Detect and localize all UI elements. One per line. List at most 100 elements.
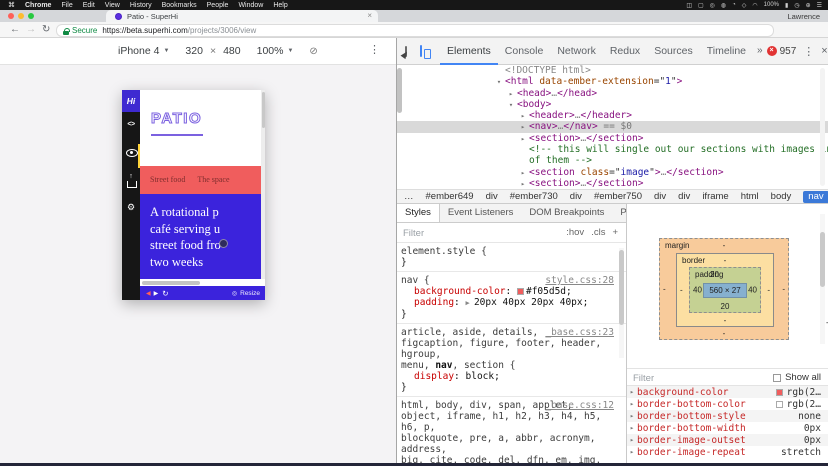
computed-property-row[interactable]: ▸background-colorrgb(2… (627, 386, 828, 398)
padding-left-value[interactable]: 40 (693, 286, 702, 295)
chrome-profile-name[interactable]: Lawrence (787, 12, 820, 21)
expand-shorthand-icon[interactable]: ▶ (466, 299, 474, 307)
forward-button[interactable]: → (26, 22, 36, 38)
inspect-element-icon[interactable] (405, 46, 407, 57)
dom-tree-node[interactable]: ▸<section class="image">…</section> (397, 167, 828, 178)
wifi-icon[interactable]: ◠ (752, 2, 757, 9)
tab-timeline[interactable]: Timeline (700, 38, 753, 65)
subtab-styles[interactable]: Styles (397, 204, 440, 222)
vertical-scrollbar-thumb[interactable] (262, 92, 265, 128)
border-left-value[interactable]: - (680, 286, 683, 295)
site-nav-link[interactable]: The space (197, 175, 229, 184)
horizontal-scrollbar-thumb[interactable] (142, 281, 200, 285)
computed-filter-input[interactable]: Filter (633, 373, 654, 384)
dom-tree-node[interactable]: ▸<header>…</header> (397, 110, 828, 121)
dom-tree-node[interactable]: ▸<nav>…</nav> == $0 (397, 121, 828, 132)
breadcrumb-item[interactable]: div (654, 191, 666, 202)
padding-top-value[interactable]: 20 (710, 270, 719, 279)
margin-right-value[interactable]: - (782, 285, 785, 294)
tab-close-icon[interactable]: × (367, 12, 372, 20)
expand-icon[interactable]: ▸ (627, 448, 637, 456)
pseudo-state-toggle[interactable]: :hov (566, 227, 584, 238)
menu-item[interactable]: View (105, 2, 120, 9)
show-all-checkbox[interactable] (773, 374, 781, 382)
breadcrumb-item[interactable]: div (570, 191, 582, 202)
dom-tree-node[interactable]: ▾<body> (397, 99, 828, 110)
devtools-close-icon[interactable]: × (821, 45, 827, 57)
menu-item[interactable]: People (207, 2, 229, 9)
expand-icon[interactable]: ▸ (627, 388, 637, 396)
viewport-width-field[interactable]: 320 (185, 45, 203, 57)
color-swatch[interactable] (517, 288, 524, 295)
tree-scrollbar[interactable] (820, 68, 825, 186)
computed-property-row[interactable]: ▸border-bottom-colorrgb(2… (627, 398, 828, 410)
menu-item[interactable]: Help (273, 2, 287, 9)
error-badge[interactable]: × 957 (767, 46, 797, 57)
address-bar[interactable]: Secure https://beta.superhi.com /project… (56, 24, 774, 37)
breadcrumb-item[interactable]: div (486, 191, 498, 202)
reload-button[interactable]: ↻ (42, 22, 50, 38)
border-bottom-value[interactable]: - (677, 316, 773, 325)
subtab-properties[interactable]: Properties (612, 204, 626, 222)
styles-filter-input[interactable]: Filter (403, 228, 424, 239)
dom-tree-node[interactable]: ▸<section>…</section> (397, 178, 828, 189)
bluetooth-icon[interactable]: ◇ (742, 2, 747, 9)
computed-scrollbar-thumb[interactable] (820, 232, 825, 287)
notification-center-icon[interactable]: ☰ (817, 2, 822, 9)
twisty-icon[interactable]: ▾ (493, 77, 505, 88)
code-icon[interactable]: <> (122, 121, 140, 128)
expand-icon[interactable]: ▸ (627, 424, 637, 432)
padding-bottom-value[interactable]: 20 (690, 302, 760, 311)
margin-bottom-value[interactable]: - (660, 329, 788, 338)
stylesheet-link[interactable]: _base.css:12 (545, 400, 614, 411)
new-rule-icon[interactable]: + (612, 227, 618, 238)
device-toolbar-toggle-icon[interactable] (420, 45, 422, 57)
battery-icon[interactable]: ▮ (785, 2, 788, 9)
window-close-button[interactable] (8, 13, 14, 19)
superhi-logo[interactable]: Hi (122, 90, 140, 112)
back-button[interactable]: ← (10, 22, 20, 38)
menu-item[interactable]: Window (238, 2, 263, 9)
battery-percent[interactable]: 100% (764, 2, 779, 8)
spotlight-icon[interactable]: ⊕ (806, 2, 811, 9)
menu-item[interactable]: Edit (83, 2, 95, 9)
device-toolbar-menu-icon[interactable]: ⋮ (369, 43, 380, 56)
styles-scrollbar-thumb[interactable] (619, 250, 624, 325)
box-model-content[interactable]: 560 × 27 (703, 283, 747, 298)
tab-redux[interactable]: Redux (603, 38, 647, 65)
preview-reload-icon[interactable]: ↻ (162, 289, 168, 298)
throttle-icon[interactable]: ⊘ (309, 46, 317, 57)
tree-scrollbar-thumb[interactable] (397, 68, 402, 113)
dom-tree-node[interactable]: ▸<head>…</head> (397, 88, 828, 99)
margin-top-value[interactable]: - (660, 241, 788, 250)
browser-tab[interactable]: Patio - SuperHi × (106, 10, 378, 22)
device-select[interactable]: iPhone 4 (118, 45, 159, 57)
dom-tree-node[interactable]: <!-- this will single out our sections w… (397, 144, 828, 155)
css-property[interactable]: display: block; (401, 371, 622, 382)
expand-icon[interactable]: ▸ (627, 412, 637, 420)
box-model-padding[interactable]: padding 20 20 40 40 560 × 27 (689, 267, 761, 313)
stylesheet-link[interactable]: _base.css:23 (545, 327, 614, 338)
tab-console[interactable]: Console (498, 38, 551, 65)
zoom-select[interactable]: 100% (257, 45, 284, 57)
menu-item[interactable]: History (130, 2, 152, 9)
gear-icon[interactable]: ⚙ (122, 202, 140, 213)
breadcrumb-item[interactable]: nav (803, 191, 828, 203)
stylesheet-link[interactable]: style.css:28 (545, 275, 614, 286)
expand-icon[interactable]: ▸ (627, 400, 637, 408)
breadcrumb-item[interactable]: #ember750 (594, 191, 642, 202)
menu-item[interactable]: File (61, 2, 72, 9)
breadcrumb-item[interactable]: … (404, 191, 414, 202)
twisty-icon[interactable]: ▾ (505, 100, 517, 111)
dom-tree-node[interactable]: ▸<section>…</section> (397, 133, 828, 144)
computed-property-row[interactable]: ▸border-image-repeatstretch (627, 446, 828, 458)
css-property[interactable]: padding: ▶ 20px 40px 20px 40px; (401, 297, 622, 309)
border-right-value[interactable]: - (767, 286, 770, 295)
devtools-menu-icon[interactable]: ⋮ (803, 45, 814, 58)
margin-left-value[interactable]: - (663, 285, 666, 294)
menu-item[interactable]: Bookmarks (162, 2, 197, 9)
css-property[interactable]: background-color: #f05d5d; (401, 286, 622, 297)
padding-right-value[interactable]: 40 (748, 286, 757, 295)
site-nav-link[interactable]: Street food (150, 175, 185, 184)
box-model-margin[interactable]: margin - - - - border - - - - padding 20… (659, 238, 789, 340)
